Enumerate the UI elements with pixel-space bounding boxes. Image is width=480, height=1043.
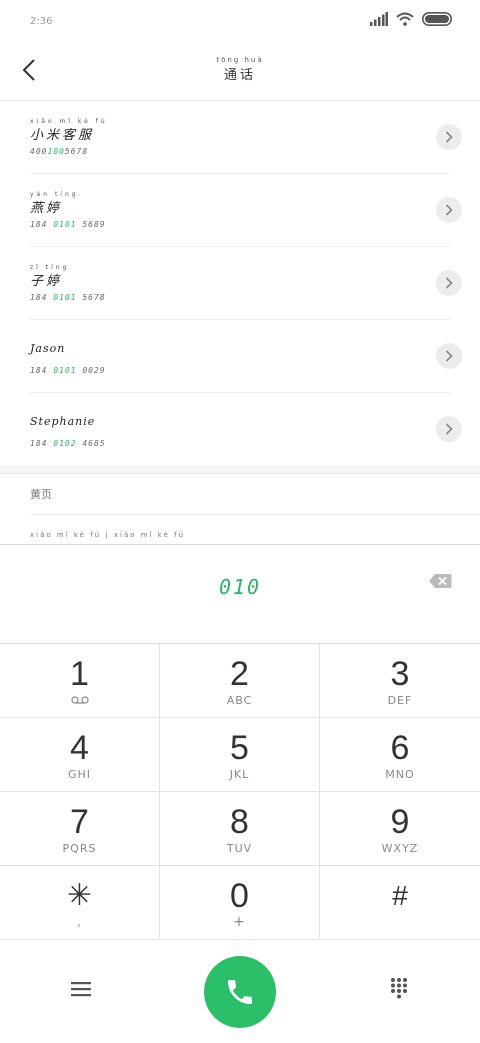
list-item[interactable]: xiǎo mǐ kè fú | xiǎo mǐ kè fú xyxy=(30,515,480,543)
key-letters: WXYZ xyxy=(381,842,419,855)
contact-detail-button[interactable] xyxy=(436,197,462,223)
page-title: 通话 xyxy=(223,68,256,83)
battery-icon xyxy=(422,12,452,26)
contact-name: Stephanie xyxy=(30,415,96,428)
key-digit: 1 xyxy=(70,655,89,693)
contact-name: Jason xyxy=(30,342,66,355)
chevron-right-icon xyxy=(445,131,453,143)
key-5[interactable]: 5 JKL xyxy=(160,718,320,792)
contact-detail-button[interactable] xyxy=(436,416,462,442)
bottom-bar xyxy=(0,940,480,1043)
key-letters: GHI xyxy=(67,768,92,781)
key-hash[interactable]: # xyxy=(320,866,480,940)
key-letters: MNO xyxy=(385,768,415,781)
partial-row-label: xiǎo mǐ kè fú | xiǎo mǐ kè fú xyxy=(30,531,186,539)
dialpad-icon xyxy=(391,978,407,999)
contact-list: xiǎo mǐ kè fú 小米客服 4001005678 yàn tíng 燕… xyxy=(0,101,480,543)
contact-number: 184 0101 5689 xyxy=(30,220,106,229)
contact-row[interactable]: zǐ tíng 子婷 184 0101 5678 xyxy=(30,247,462,320)
key-digit: 4 xyxy=(70,729,89,767)
key-6[interactable]: 6 MNO xyxy=(320,718,480,792)
key-digit: 8 xyxy=(230,803,249,841)
chevron-right-icon xyxy=(445,277,453,289)
contact-row[interactable]: Stephanie 184 0102 4685 xyxy=(30,393,462,465)
dial-input[interactable]: 010 xyxy=(0,575,480,599)
key-4[interactable]: 4 GHI xyxy=(0,718,160,792)
contact-name: 小米客服 xyxy=(30,128,95,143)
menu-button[interactable] xyxy=(70,980,92,998)
chevron-right-icon xyxy=(445,204,453,216)
key-2[interactable]: 2 ABC xyxy=(160,644,320,718)
contact-row[interactable]: xiǎo mǐ kè fú 小米客服 4001005678 xyxy=(30,101,462,174)
key-9[interactable]: 9 WXYZ xyxy=(320,792,480,866)
key-letters: + xyxy=(233,914,246,930)
phone-icon xyxy=(228,980,252,1004)
key-star[interactable]: ✳ , xyxy=(0,866,160,940)
key-1[interactable]: 1 xyxy=(0,644,160,718)
key-letters: , xyxy=(77,916,82,929)
key-digit: 5 xyxy=(230,729,249,767)
key-8[interactable]: 8 TUV xyxy=(160,792,320,866)
key-digit: 0 xyxy=(230,877,249,915)
status-bar: 2:36 xyxy=(0,0,480,42)
key-digit: 3 xyxy=(390,655,410,693)
key-digit: 7 xyxy=(70,803,89,841)
contact-number: 184 0102 4685 xyxy=(30,439,106,448)
contact-row[interactable]: yàn tíng 燕婷 184 0101 5689 xyxy=(30,174,462,247)
dial-input-row: 010 xyxy=(0,545,480,644)
yellow-pages-header[interactable]: 黄页 xyxy=(30,474,480,515)
key-digit: ✳ xyxy=(66,879,93,912)
backspace-button[interactable] xyxy=(428,573,452,589)
contact-number: 184 0101 0029 xyxy=(30,366,106,375)
contact-number: 184 0101 5678 xyxy=(30,293,106,302)
contact-detail-button[interactable] xyxy=(436,270,462,296)
key-letters: TUV xyxy=(226,842,253,855)
yellow-pages-label: 黄页 xyxy=(30,488,52,501)
key-letters: JKL xyxy=(229,768,250,781)
chevron-right-icon xyxy=(445,423,453,435)
call-button[interactable] xyxy=(204,956,276,1028)
dialpad-toggle-button[interactable] xyxy=(390,977,408,999)
menu-icon xyxy=(71,982,91,997)
header: tōng huà 通话 xyxy=(0,42,480,101)
key-digit: 6 xyxy=(390,729,410,767)
signal-icon xyxy=(370,12,388,26)
chevron-right-icon xyxy=(445,350,453,362)
status-time: 2:36 xyxy=(30,16,53,27)
key-letters: DEF xyxy=(387,694,413,707)
key-letters: ABC xyxy=(226,694,253,707)
key-3[interactable]: 3 DEF xyxy=(320,644,480,718)
dialpad-panel: 010 1 2 ABC 3 DEF 4 GHI 5 JKL 6 MNO 7 PQ… xyxy=(0,544,480,1041)
contact-detail-button[interactable] xyxy=(436,343,462,369)
keypad: 1 2 ABC 3 DEF 4 GHI 5 JKL 6 MNO 7 PQRS 8… xyxy=(0,644,480,940)
section-divider xyxy=(0,465,480,474)
backspace-icon xyxy=(429,574,452,588)
wifi-icon xyxy=(396,12,414,26)
key-letters: PQRS xyxy=(62,842,97,855)
title-pinyin: tōng huà xyxy=(216,56,264,64)
key-0[interactable]: 0 + xyxy=(160,866,320,940)
voicemail-icon xyxy=(71,696,89,704)
key-digit: # xyxy=(392,880,408,911)
contact-row[interactable]: Jason 184 0101 0029 xyxy=(30,320,462,393)
contact-name: 燕婷 xyxy=(30,201,63,216)
key-digit: 9 xyxy=(390,803,410,841)
contact-name: 子婷 xyxy=(30,274,63,289)
key-digit: 2 xyxy=(230,655,249,693)
contact-number: 4001005678 xyxy=(30,147,89,156)
key-7[interactable]: 7 PQRS xyxy=(0,792,160,866)
contact-detail-button[interactable] xyxy=(436,124,462,150)
